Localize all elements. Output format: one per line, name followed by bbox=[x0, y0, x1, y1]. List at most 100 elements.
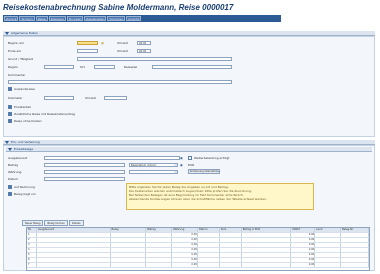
amount-input[interactable] bbox=[44, 163, 125, 167]
destination-input[interactable] bbox=[152, 65, 232, 69]
table-cell[interactable] bbox=[341, 248, 369, 252]
end-time-input[interactable]: 00:00 bbox=[137, 49, 151, 53]
table-cell[interactable]: 0,00 bbox=[291, 238, 316, 242]
table-cell[interactable]: 0,00 bbox=[291, 248, 316, 252]
column-header[interactable]: Land bbox=[315, 228, 342, 232]
table-cell[interactable] bbox=[242, 258, 292, 262]
table-cell[interactable] bbox=[341, 263, 369, 267]
assign-account-button[interactable]: Kontierung übernehmen bbox=[188, 169, 220, 174]
collapse-arrow-icon[interactable] bbox=[8, 147, 12, 151]
table-cell[interactable]: 3 bbox=[27, 243, 37, 247]
city-input[interactable] bbox=[94, 65, 115, 69]
end-date-input[interactable] bbox=[77, 49, 98, 53]
region-input[interactable] bbox=[44, 65, 74, 69]
expense-type-input[interactable] bbox=[44, 156, 180, 160]
table-cell[interactable]: 0,00 bbox=[172, 258, 198, 262]
column-header[interactable]: Beleg-Nr. bbox=[341, 228, 369, 232]
table-cell[interactable] bbox=[315, 253, 342, 257]
table-cell[interactable] bbox=[198, 233, 220, 237]
recharge-checkbox[interactable] bbox=[188, 156, 192, 160]
search-help-icon[interactable]: ▣ bbox=[180, 156, 183, 160]
column-header[interactable]: Nr. bbox=[27, 228, 37, 232]
table-cell[interactable] bbox=[220, 243, 242, 247]
table-cell[interactable] bbox=[111, 263, 147, 267]
table-cell[interactable] bbox=[146, 233, 173, 237]
table-cell[interactable] bbox=[341, 258, 369, 262]
table-cell[interactable] bbox=[111, 233, 147, 237]
table-cell[interactable]: 0,00 bbox=[172, 248, 198, 252]
table-cell[interactable]: 0,00 bbox=[291, 243, 316, 247]
currency-input[interactable] bbox=[44, 170, 125, 174]
table-cell[interactable]: 7 bbox=[27, 263, 37, 267]
table-cell[interactable] bbox=[37, 253, 111, 257]
table-cell[interactable] bbox=[146, 258, 173, 262]
private-share-checkbox[interactable] bbox=[8, 105, 12, 109]
table-cell[interactable] bbox=[37, 248, 111, 252]
table-cell[interactable]: 0,00 bbox=[291, 233, 316, 237]
table-cell[interactable] bbox=[220, 263, 242, 267]
table-cell[interactable]: 0,00 bbox=[172, 243, 198, 247]
column-header[interactable]: Betrag bbox=[146, 228, 173, 232]
column-header[interactable]: MWST bbox=[291, 228, 316, 232]
toolbar-button-view[interactable]: Ansicht bbox=[126, 16, 142, 21]
table-cell[interactable] bbox=[242, 248, 292, 252]
table-cell[interactable] bbox=[37, 233, 111, 237]
table-cell[interactable]: 1 bbox=[27, 233, 37, 237]
table-cell[interactable] bbox=[111, 258, 147, 262]
table-cell[interactable] bbox=[220, 238, 242, 242]
on-invoice-checkbox[interactable] bbox=[8, 185, 12, 189]
reason-input[interactable] bbox=[77, 57, 232, 61]
table-cell[interactable]: 4 bbox=[27, 248, 37, 252]
time-2-input[interactable] bbox=[104, 96, 127, 100]
no-costs-checkbox[interactable] bbox=[8, 119, 12, 123]
table-cell[interactable] bbox=[315, 263, 342, 267]
table-cell[interactable] bbox=[242, 253, 292, 257]
table-cell[interactable] bbox=[111, 238, 147, 242]
subsection-header-receipts[interactable]: Einzelbelege bbox=[6, 147, 372, 152]
toolbar-button-expenses[interactable]: Reisekosten bbox=[84, 16, 107, 21]
table-cell[interactable] bbox=[315, 233, 342, 237]
receipt-present-checkbox[interactable] bbox=[8, 192, 12, 196]
tab-details[interactable]: Details bbox=[68, 220, 84, 226]
table-cell[interactable] bbox=[146, 248, 173, 252]
table-cell[interactable] bbox=[220, 258, 242, 262]
search-help-icon[interactable]: ▣ bbox=[180, 163, 183, 167]
table-cell[interactable] bbox=[37, 238, 111, 242]
date-type-dropdown[interactable]: Belegdatum (intern) bbox=[129, 163, 178, 167]
table-cell[interactable] bbox=[242, 233, 292, 237]
column-header[interactable]: Kurs bbox=[220, 228, 242, 232]
table-cell[interactable] bbox=[111, 248, 147, 252]
table-cell[interactable] bbox=[198, 243, 220, 247]
table-cell[interactable] bbox=[220, 248, 242, 252]
tab-new-receipt[interactable]: Neuer Beleg bbox=[22, 220, 44, 226]
table-cell[interactable] bbox=[341, 243, 369, 247]
table-cell[interactable]: 0,00 bbox=[172, 253, 198, 257]
table-cell[interactable] bbox=[220, 233, 242, 237]
table-cell[interactable]: 0,00 bbox=[172, 238, 198, 242]
table-cell[interactable]: 0,00 bbox=[172, 263, 198, 267]
begin-date-input[interactable] bbox=[77, 41, 98, 45]
table-cell[interactable]: 6 bbox=[27, 258, 37, 262]
table-cell[interactable] bbox=[341, 233, 369, 237]
table-cell[interactable]: 0,00 bbox=[291, 258, 316, 262]
table-cell[interactable] bbox=[315, 248, 342, 252]
table-cell[interactable]: 2 bbox=[27, 238, 37, 242]
foreign-trip-checkbox[interactable] bbox=[8, 87, 12, 91]
table-cell[interactable]: 0,00 bbox=[172, 233, 198, 237]
currency-dropdown[interactable] bbox=[129, 170, 178, 174]
table-cell[interactable] bbox=[242, 238, 292, 242]
table-cell[interactable]: 5 bbox=[27, 253, 37, 257]
toolbar-button-back[interactable]: Zurück bbox=[4, 16, 19, 21]
table-cell[interactable] bbox=[315, 238, 342, 242]
table-cell[interactable] bbox=[341, 253, 369, 257]
table-cell[interactable]: 0,00 bbox=[291, 253, 316, 257]
table-row[interactable]: 7 0,00 0,00 bbox=[27, 263, 369, 268]
comment-input[interactable] bbox=[8, 80, 232, 84]
toolbar-button-save[interactable]: Sichern bbox=[19, 16, 35, 21]
column-header[interactable]: Beleg bbox=[111, 228, 147, 232]
table-cell[interactable] bbox=[315, 258, 342, 262]
table-cell[interactable] bbox=[146, 253, 173, 257]
table-cell[interactable] bbox=[146, 263, 173, 267]
table-cell[interactable] bbox=[111, 253, 147, 257]
toolbar-button-print[interactable]: Drucken bbox=[66, 16, 84, 21]
